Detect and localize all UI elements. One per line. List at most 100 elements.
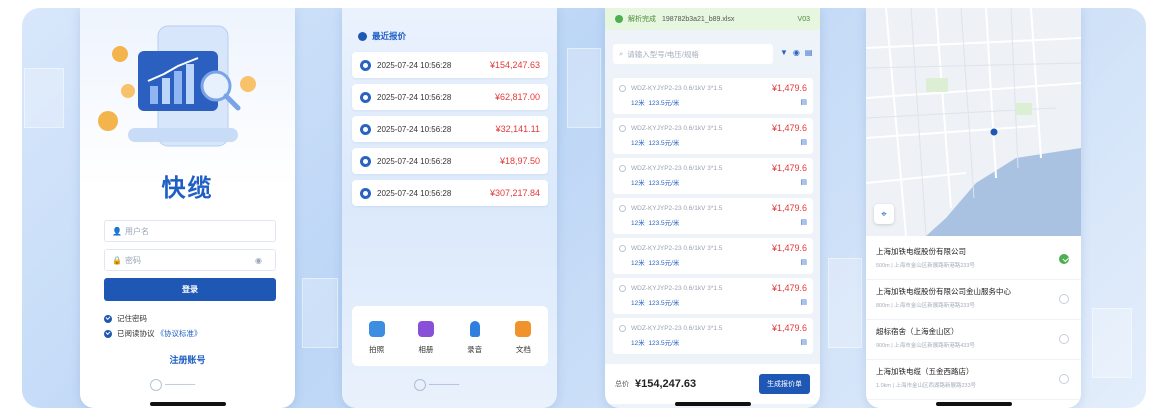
item-unit-price: 123.5元/米 — [648, 260, 680, 267]
parse-detail-screen: 解析完成 198782b3a21_b89.xlsx V03 ⌕ 请输入型号/电压… — [605, 8, 820, 408]
place-item[interactable]: 上海加铁电缆股份有限公司 500m | 上海市金山区新展路新港路233号 — [866, 240, 1081, 280]
cable-icon — [619, 324, 626, 332]
register-link[interactable]: 注册账号 — [80, 353, 295, 366]
quote-row[interactable]: 2025-07-24 10:56:28 ¥307,217.84 — [352, 180, 548, 206]
password-placeholder: 密码 — [125, 255, 141, 265]
total-value: ¥154,247.63 — [635, 378, 697, 390]
radio-icon[interactable] — [1059, 374, 1069, 384]
item-unit-price: 123.5元/米 — [648, 180, 680, 187]
camera-button[interactable]: 拍照 — [368, 321, 385, 355]
quote-amount: ¥32,141.11 — [495, 124, 540, 134]
remember-password-label: 记住密码 — [117, 314, 147, 323]
item-quantity: 12米 — [631, 180, 645, 187]
quote-date: 2025-07-24 10:56:28 — [377, 156, 452, 166]
success-check-icon — [615, 15, 623, 23]
app-name: 快缆 — [161, 175, 214, 202]
album-icon — [417, 321, 434, 337]
list-item[interactable]: WDZ-KYJYP2-23 0.6/1kV 3*1.5 ¥1,479.6 12米 … — [613, 238, 813, 274]
agreement-link[interactable]: 《协议标准》 — [157, 328, 202, 339]
quote-row[interactable]: 2025-07-24 10:56:28 ¥18,97.50 — [352, 148, 548, 174]
parsed-file-name: 198782b3a21_b89.xlsx — [662, 15, 735, 23]
record-label: 录音 — [467, 345, 483, 354]
place-name: 超标宿舍（上海金山区） — [876, 327, 959, 336]
map-screen: ⌖ 上海加铁电缆股份有限公司 500m | 上海市金山区新展路新港路233号 上… — [866, 8, 1081, 408]
document-button[interactable]: 文档 — [515, 321, 532, 355]
place-item[interactable]: 上海加铁电缆（五金西路店） 1.0km | 上海市金山区西湖路新展路233号 — [866, 360, 1081, 400]
place-name: 上海加铁电缆股份有限公司 — [876, 247, 966, 256]
document-icon[interactable]: ▤ — [800, 138, 807, 146]
username-placeholder: 用户名 — [125, 226, 149, 236]
remember-password-checkbox[interactable]: 记住密码 — [104, 313, 147, 324]
item-price: ¥1,479.6 — [771, 323, 807, 333]
place-item[interactable]: 上海加铁电缆股份有限公司金山服务中心 800m | 上海市金山区新展路新港路23… — [866, 280, 1081, 320]
list-item[interactable]: WDZ-KYJYP2-23 0.6/1kV 3*1.5 ¥1,479.6 12米 … — [613, 78, 813, 114]
quote-row[interactable]: 2025-07-24 10:56:28 ¥32,141.11 — [352, 116, 548, 142]
map-view[interactable] — [866, 8, 1081, 236]
finance-illustration — [98, 25, 256, 147]
cable-icon — [619, 244, 626, 252]
place-address: 900m | 上海市金山区新展路新港路433号 — [876, 343, 975, 349]
item-price: ¥1,479.6 — [771, 283, 807, 293]
agreement-prefix: 已阅读协议 — [117, 329, 155, 338]
password-field[interactable]: 🔒 密码 ◉ — [104, 249, 276, 271]
document-icon[interactable]: ▤ — [800, 258, 807, 266]
quote-row[interactable]: 2025-07-24 10:56:28 ¥62,817.00 — [352, 84, 548, 110]
list-item[interactable]: WDZ-KYJYP2-23 0.6/1kV 3*1.5 ¥1,479.6 12米 … — [613, 198, 813, 234]
list-actions: ▼ ◉ ▤ — [780, 48, 812, 57]
document-icon[interactable]: ▤ — [800, 298, 807, 306]
place-name: 上海加铁电缆（五金西路店） — [876, 367, 974, 376]
login-button[interactable]: 登录 — [104, 278, 276, 301]
cable-spec: WDZ-KYJYP2-23 0.6/1kV 3*1.5 — [631, 84, 723, 92]
document-icon[interactable]: ▤ — [800, 178, 807, 186]
total-label: 总价 — [615, 381, 629, 388]
home-indicator — [935, 402, 1012, 406]
list-item[interactable]: WDZ-KYJYP2-23 0.6/1kV 3*1.5 ¥1,479.6 12米 … — [613, 278, 813, 314]
place-item[interactable]: 超标宿舍（上海金山区） 900m | 上海市金山区新展路新港路433号 — [866, 320, 1081, 360]
locate-button[interactable]: ⌖ — [874, 204, 894, 224]
parse-status-banner: 解析完成 198782b3a21_b89.xlsx V03 — [605, 8, 820, 30]
home-indicator — [674, 402, 751, 406]
username-field[interactable]: 👤 用户名 — [104, 220, 276, 242]
radio-icon[interactable] — [1059, 294, 1069, 304]
album-label: 相册 — [418, 345, 434, 354]
search-input[interactable]: ⌕ 请输入型号/电压/规格 — [613, 44, 773, 64]
eye-icon[interactable]: ◉ — [255, 256, 265, 265]
document-icon[interactable]: ▤ — [800, 218, 807, 226]
section-bullet-icon — [358, 31, 367, 41]
filter-icon[interactable]: ▼ — [780, 48, 788, 57]
home-indicator — [149, 402, 226, 406]
generate-quote-button[interactable]: 生成报价单 — [759, 374, 810, 394]
album-button[interactable]: 相册 — [417, 321, 434, 355]
radio-icon[interactable] — [1059, 334, 1069, 344]
quote-amount: ¥62,817.00 — [494, 92, 540, 102]
quote-row[interactable]: 2025-07-24 10:56:28 ¥154,247.63 — [352, 52, 548, 78]
decor-block — [567, 48, 601, 128]
search-icon: ⌕ — [619, 49, 624, 58]
quote-amount: ¥154,247.63 — [489, 60, 540, 70]
user-icon: 👤 — [112, 226, 122, 236]
list-item[interactable]: WDZ-KYJYP2-23 0.6/1kV 3*1.5 ¥1,479.6 12米 … — [613, 318, 813, 354]
document-icon[interactable]: ▤ — [800, 338, 807, 346]
recent-quotes-label: 最近报价 — [372, 31, 407, 41]
quote-amount: ¥307,217.84 — [489, 188, 540, 198]
company-seal-icon — [414, 379, 426, 391]
list-item[interactable]: WDZ-KYJYP2-23 0.6/1kV 3*1.5 ¥1,479.6 12米 … — [613, 158, 813, 194]
place-list: 上海加铁电缆股份有限公司 500m | 上海市金山区新展路新港路233号 上海加… — [866, 240, 1081, 400]
export-icon[interactable]: ▤ — [805, 48, 813, 57]
quote-date: 2025-07-24 10:56:28 — [377, 60, 452, 70]
camera-label: 拍照 — [369, 345, 385, 354]
cable-spec: WDZ-KYJYP2-23 0.6/1kV 3*1.5 — [631, 244, 723, 252]
item-price: ¥1,479.6 — [771, 243, 807, 253]
item-unit-price: 123.5元/米 — [648, 220, 680, 227]
document-icon[interactable]: ▤ — [800, 98, 807, 106]
decor-block — [1092, 308, 1132, 378]
record-button[interactable]: 录音 — [467, 321, 482, 355]
radio-selected-icon[interactable] — [1059, 254, 1069, 264]
quote-date: 2025-07-24 10:56:28 — [377, 124, 452, 134]
list-item[interactable]: WDZ-KYJYP2-23 0.6/1kV 3*1.5 ¥1,479.6 12米 … — [613, 118, 813, 154]
item-unit-price: 123.5元/米 — [648, 340, 680, 347]
camera-icon — [368, 321, 385, 337]
item-unit-price: 123.5元/米 — [648, 300, 680, 307]
view-icon[interactable]: ◉ — [793, 48, 800, 57]
agreement-checkbox[interactable]: 已阅读协议 《协议标准》 — [104, 328, 202, 339]
